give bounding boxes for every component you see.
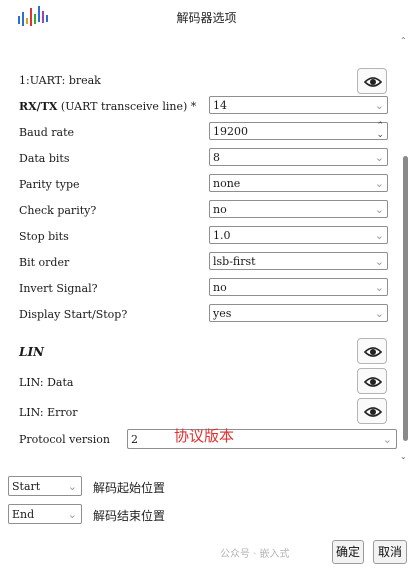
window-title: 解码器选项: [176, 11, 237, 25]
select-value: yes: [213, 307, 232, 320]
lin-header-label: LIN: [19, 345, 45, 359]
chevron-down-icon: ⌄: [374, 255, 384, 268]
chevron-down-icon: ⌄: [382, 433, 392, 446]
chevron-down-icon: ⌄: [374, 307, 384, 320]
option-row-uart-break: 1:UART: break: [8, 68, 400, 94]
option-label: LIN: Error: [19, 406, 78, 419]
scrollbar-thumb[interactable]: [403, 156, 408, 441]
option-label: Display Start/Stop?: [19, 308, 128, 321]
lin-section-header: LIN: [8, 338, 400, 366]
chevron-down-icon: ⌄: [374, 151, 384, 164]
option-label: Bit order: [19, 256, 70, 269]
title-bar: 解码器选项: [0, 0, 413, 34]
eye-icon: [364, 347, 382, 357]
decode-end-label: 解码结束位置: [93, 509, 166, 523]
lin-data-row: LIN: Data: [8, 368, 400, 396]
toggle-visibility-button[interactable]: [357, 68, 387, 94]
vertical-scrollbar[interactable]: ⌃ ⌄: [400, 36, 409, 464]
select-value: 1.0: [213, 229, 231, 242]
protocol-version-row: Protocol version 2 ⌄ 协议版本: [8, 427, 400, 451]
chevron-down-icon: ⌄: [67, 480, 77, 493]
chevron-down-icon: ⌄: [374, 281, 384, 294]
options-scroll-area[interactable]: 1:UART: break RX/TX (UART transceive lin…: [8, 36, 400, 462]
chevron-down-icon: ⌄: [374, 229, 384, 242]
select-value: 8: [213, 151, 220, 164]
option-label-suffix: (UART transceive line) *: [60, 100, 197, 113]
option-row-bit-order: Bit order lsb-first ⌄: [8, 252, 400, 274]
spin-arrows-icon[interactable]: ⌃ ⌄: [376, 122, 384, 140]
spin-value: 19200: [213, 125, 248, 138]
option-label: Invert Signal?: [19, 282, 98, 295]
eye-icon: [364, 407, 382, 417]
select-value: lsb-first: [213, 255, 256, 268]
toggle-visibility-button[interactable]: [357, 368, 387, 394]
eye-icon: [364, 77, 382, 87]
decode-start-select[interactable]: Start ⌄: [8, 476, 82, 496]
option-label: Protocol version: [19, 433, 110, 446]
chevron-down-icon: ⌄: [374, 203, 384, 216]
option-label: Baud rate: [19, 126, 75, 139]
option-row-rxtx: RX/TX (UART transceive line) * 14 ⌄: [8, 96, 400, 118]
lin-error-row: LIN: Error: [8, 398, 400, 426]
select-value: no: [213, 203, 227, 216]
select-value: none: [213, 177, 241, 190]
bit-order-select[interactable]: lsb-first ⌄: [209, 252, 388, 270]
option-label: Parity type: [19, 178, 80, 191]
option-label: 1:UART: break: [19, 74, 101, 87]
data-bits-select[interactable]: 8 ⌄: [209, 148, 388, 166]
option-label: Data bits: [19, 152, 70, 165]
toggle-visibility-button[interactable]: [357, 398, 387, 424]
select-value: 14: [213, 99, 227, 112]
toggle-visibility-button[interactable]: [357, 338, 387, 364]
decode-end-select[interactable]: End ⌄: [8, 504, 82, 524]
option-row-stop-bits: Stop bits 1.0 ⌄: [8, 226, 400, 248]
ok-button[interactable]: 确定: [332, 540, 364, 564]
option-row-parity-type: Parity type none ⌄: [8, 174, 400, 196]
protocol-version-select[interactable]: 2 ⌄: [127, 429, 397, 449]
display-start-stop-select[interactable]: yes ⌄: [209, 304, 388, 322]
stop-bits-select[interactable]: 1.0 ⌄: [209, 226, 388, 244]
select-value: no: [213, 281, 227, 294]
parity-type-select[interactable]: none ⌄: [209, 174, 388, 192]
chevron-down-icon: ⌄: [374, 177, 384, 190]
option-label-main: RX/TX: [19, 100, 58, 113]
select-value: 2: [131, 433, 138, 446]
baud-rate-spinbox[interactable]: 19200 ⌃ ⌄: [209, 122, 388, 140]
option-row-invert-signal: Invert Signal? no ⌄: [8, 278, 400, 300]
option-label: RX/TX (UART transceive line) *: [19, 100, 196, 113]
watermark: 公众号 · 嵌入式: [220, 549, 290, 560]
chevron-down-icon: ⌄: [374, 99, 384, 112]
option-label: Check parity?: [19, 204, 97, 217]
option-row-data-bits: Data bits 8 ⌄: [8, 148, 400, 170]
option-label: LIN: Data: [19, 376, 74, 389]
option-row-baud-rate: Baud rate 19200 ⌃ ⌄: [8, 122, 400, 144]
option-row-display-start-stop: Display Start/Stop? yes ⌄: [8, 304, 400, 326]
scroll-down-icon[interactable]: ⌄: [400, 452, 407, 461]
chevron-down-icon: ⌄: [67, 508, 77, 521]
rxtx-select[interactable]: 14 ⌄: [209, 96, 388, 114]
option-row-check-parity: Check parity? no ⌄: [8, 200, 400, 222]
scroll-up-icon[interactable]: ⌃: [400, 36, 407, 45]
cancel-button[interactable]: 取消: [373, 540, 407, 564]
annotation-label: 协议版本: [174, 427, 235, 445]
select-value: Start: [12, 480, 41, 493]
option-label: Stop bits: [19, 230, 69, 243]
invert-signal-select[interactable]: no ⌄: [209, 278, 388, 296]
select-value: End: [12, 508, 35, 521]
eye-icon: [364, 377, 382, 387]
check-parity-select[interactable]: no ⌄: [209, 200, 388, 218]
decode-start-label: 解码起始位置: [93, 481, 166, 495]
